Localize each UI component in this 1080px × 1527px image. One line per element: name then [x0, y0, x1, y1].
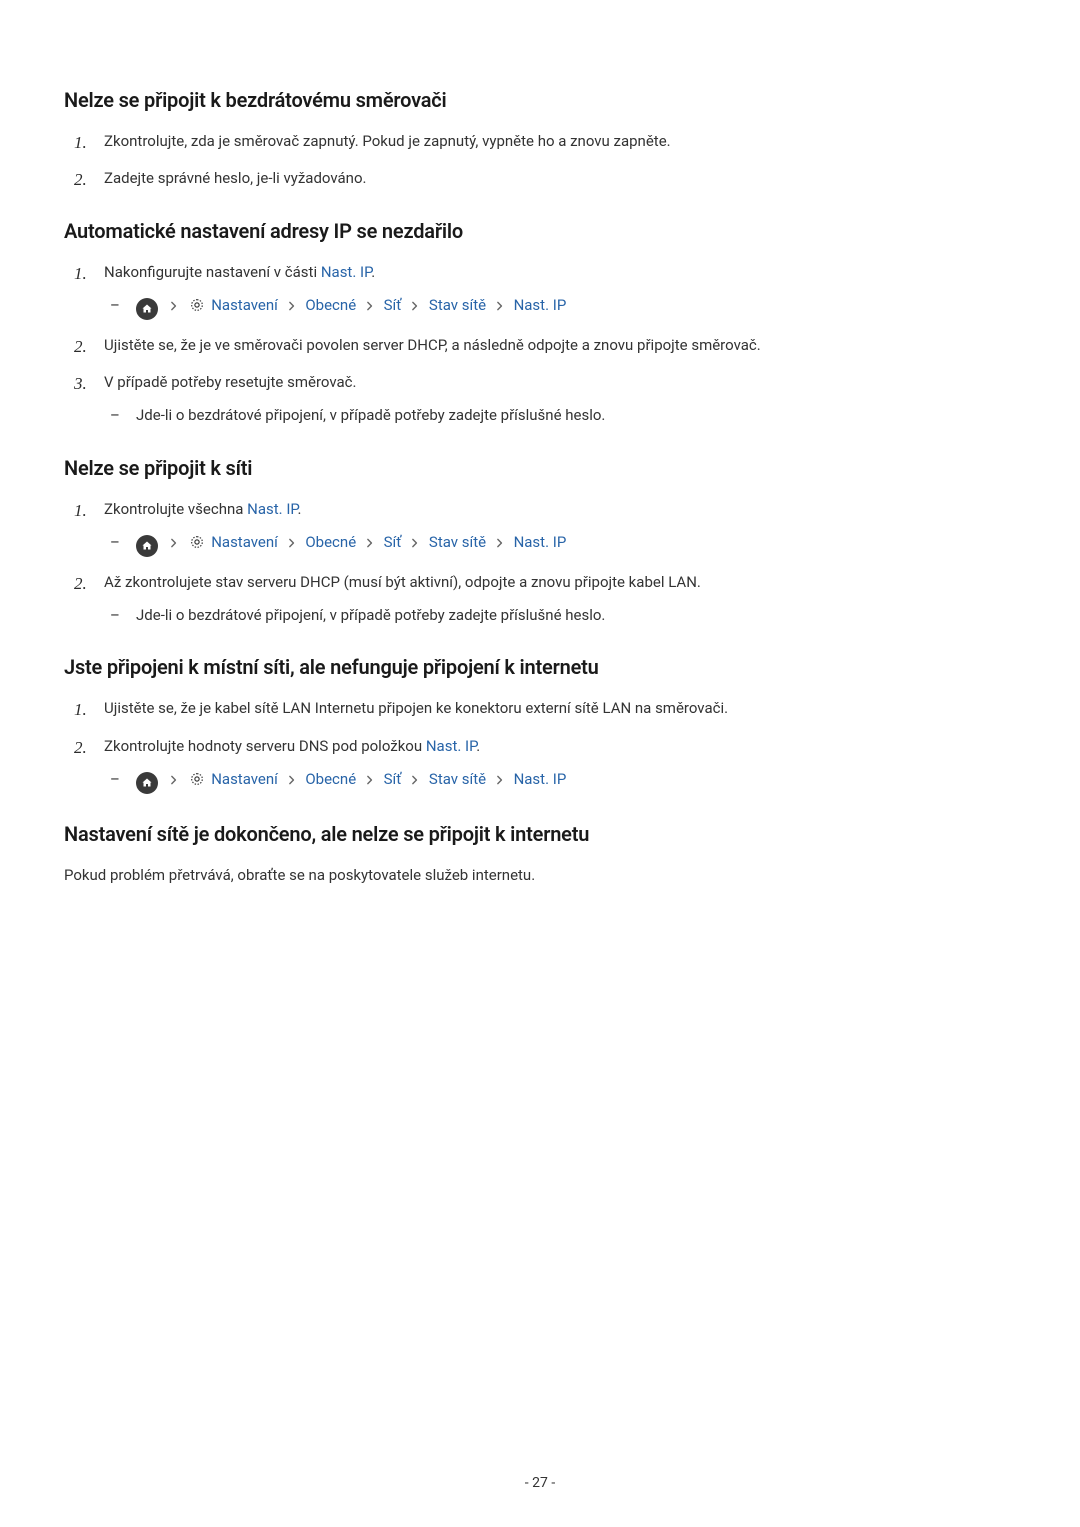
text: Až zkontrolujete stav serveru DHCP (musí…: [104, 573, 701, 591]
text: Zkontrolujte všechna: [104, 500, 247, 518]
chevron-right-icon: [494, 300, 506, 312]
nav-path: Nastavení Obecné Síť Stav sítě Nast. IP: [136, 768, 1016, 794]
nav-settings[interactable]: Nastavení: [211, 296, 278, 314]
list-item: Zadejte správné heslo, je-li vyžadováno.: [104, 167, 1016, 190]
heading-auto-ip-failed: Automatické nastavení adresy IP se nezda…: [64, 219, 1016, 243]
list-item: Jde-li o bezdrátové připojení, v případě…: [136, 604, 1016, 627]
gear-icon: [188, 296, 206, 314]
text: .: [298, 500, 302, 518]
list-item: Až zkontrolujete stav serveru DHCP (musí…: [104, 571, 1016, 628]
gear-icon: [188, 533, 206, 551]
chevron-right-icon: [409, 774, 421, 786]
home-icon: [136, 298, 158, 320]
page-number: - 27 -: [0, 1475, 1080, 1491]
nav-settings[interactable]: Nastavení: [211, 533, 278, 551]
chevron-right-icon: [409, 300, 421, 312]
list-item: V případě potřeby resetujte směrovač. Jd…: [104, 371, 1016, 428]
heading-setup-done-no-internet: Nastavení sítě je dokončeno, ale nelze s…: [64, 822, 1016, 846]
nav-general[interactable]: Obecné: [305, 770, 356, 788]
nav-general[interactable]: Obecné: [305, 533, 356, 551]
chevron-right-icon: [364, 300, 376, 312]
nav-network[interactable]: Síť: [384, 296, 402, 314]
nav-path: Nastavení Obecné Síť Stav sítě Nast. IP: [136, 294, 1016, 320]
chevron-right-icon: [286, 774, 298, 786]
list-item: Nakonfigurujte nastavení v části Nast. I…: [104, 261, 1016, 320]
text: .: [476, 737, 480, 755]
link-nast-ip[interactable]: Nast. IP: [321, 263, 371, 281]
nav-ip[interactable]: Nast. IP: [514, 296, 567, 314]
nav-status[interactable]: Stav sítě: [429, 770, 486, 788]
heading-cannot-connect-router: Nelze se připojit k bezdrátovému směrova…: [64, 88, 1016, 112]
list-item: Ujistěte se, že je kabel sítě LAN Intern…: [104, 697, 1016, 720]
nav-ip[interactable]: Nast. IP: [514, 533, 567, 551]
list-item: Jde-li o bezdrátové připojení, v případě…: [136, 404, 1016, 427]
home-icon: [136, 535, 158, 557]
nav-path: Nastavení Obecné Síť Stav sítě Nast. IP: [136, 531, 1016, 557]
chevron-right-icon: [286, 537, 298, 549]
chevron-right-icon: [409, 537, 421, 549]
chevron-right-icon: [364, 537, 376, 549]
list-item: Zkontrolujte, zda je směrovač zapnutý. P…: [104, 130, 1016, 153]
text: Nakonfigurujte nastavení v části: [104, 263, 321, 281]
nav-settings[interactable]: Nastavení: [211, 770, 278, 788]
list-item: Zkontrolujte hodnoty serveru DNS pod pol…: [104, 735, 1016, 794]
nav-network[interactable]: Síť: [384, 533, 402, 551]
nav-general[interactable]: Obecné: [305, 296, 356, 314]
nav-network[interactable]: Síť: [384, 770, 402, 788]
chevron-right-icon: [364, 774, 376, 786]
text: V případě potřeby resetujte směrovač.: [104, 373, 356, 391]
heading-local-no-internet: Jste připojeni k místní síti, ale nefung…: [64, 655, 1016, 679]
list-item: Zkontrolujte všechna Nast. IP. Nastavení…: [104, 498, 1016, 557]
chevron-right-icon: [168, 537, 180, 549]
text: Zkontrolujte hodnoty serveru DNS pod pol…: [104, 737, 426, 755]
chevron-right-icon: [168, 300, 180, 312]
gear-icon: [188, 770, 206, 788]
paragraph: Pokud problém přetrvává, obraťte se na p…: [64, 864, 1016, 887]
home-icon: [136, 772, 158, 794]
link-nast-ip[interactable]: Nast. IP: [426, 737, 476, 755]
nav-status[interactable]: Stav sítě: [429, 296, 486, 314]
chevron-right-icon: [168, 774, 180, 786]
text: .: [371, 263, 375, 281]
list-item: Ujistěte se, že je ve směrovači povolen …: [104, 334, 1016, 357]
chevron-right-icon: [494, 537, 506, 549]
nav-ip[interactable]: Nast. IP: [514, 770, 567, 788]
chevron-right-icon: [494, 774, 506, 786]
nav-status[interactable]: Stav sítě: [429, 533, 486, 551]
chevron-right-icon: [286, 300, 298, 312]
heading-cannot-connect-network: Nelze se připojit k síti: [64, 456, 1016, 480]
link-nast-ip[interactable]: Nast. IP: [247, 500, 297, 518]
